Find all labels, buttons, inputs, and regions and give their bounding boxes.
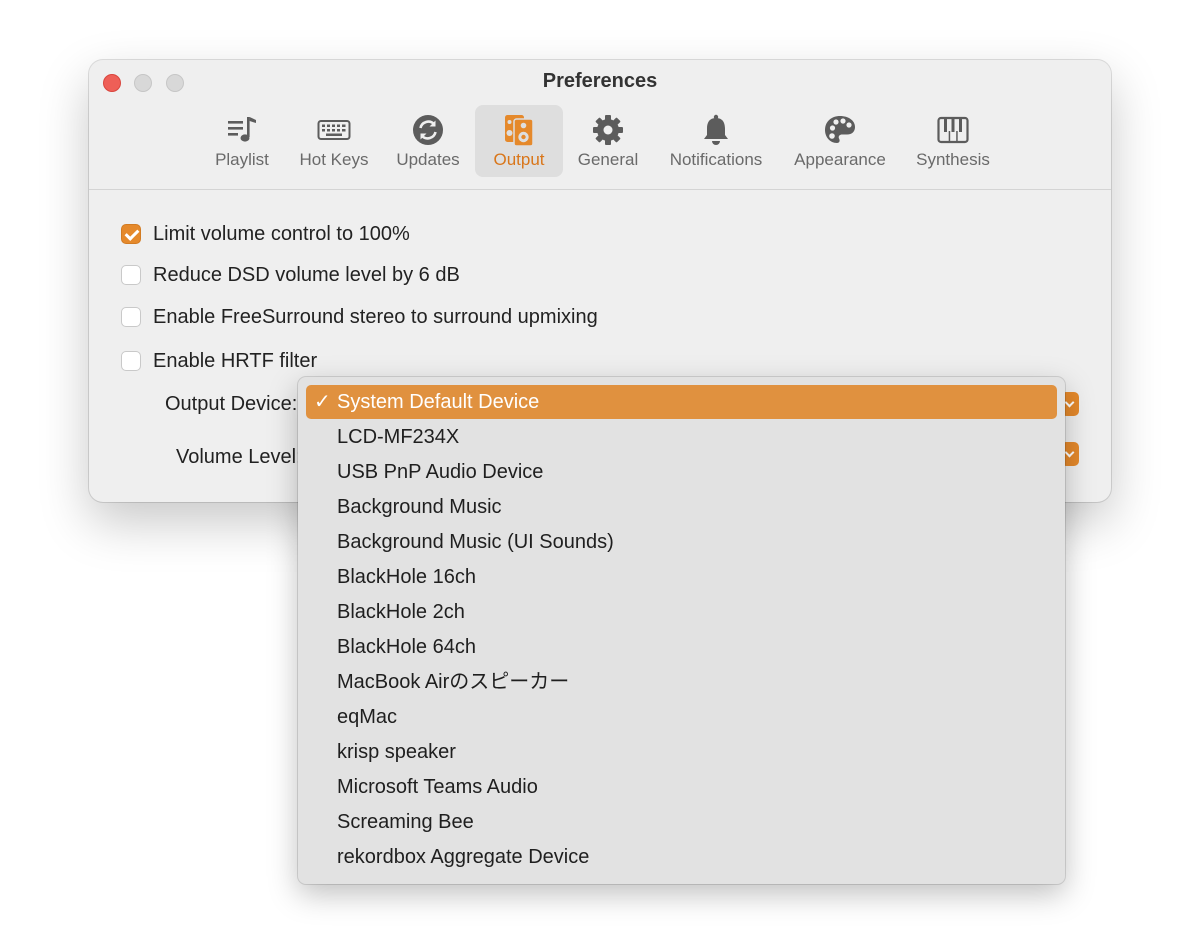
freesurround-checkbox-row[interactable]: Enable FreeSurround stereo to surround u… (121, 304, 598, 330)
tab-hot-keys[interactable]: Hot Keys (291, 105, 377, 177)
option-label: Reduce DSD volume level by 6 dB (153, 263, 460, 286)
menu-item[interactable]: USB PnP Audio Device (306, 455, 1057, 489)
tab-label: Updates (396, 150, 460, 169)
menu-item-system-default-device[interactable]: ✓ System Default Device (306, 385, 1057, 419)
keyboard-icon (317, 120, 351, 140)
option-label: Enable HRTF filter (153, 349, 318, 372)
limit-volume-checkbox[interactable] (121, 224, 141, 244)
reduce-dsd-checkbox[interactable] (121, 265, 141, 285)
tab-output[interactable]: Output (475, 105, 563, 177)
hrtf-checkbox-row[interactable]: Enable HRTF filter (121, 348, 317, 374)
tab-label: Synthesis (916, 150, 990, 169)
menu-item-label: BlackHole 2ch (337, 601, 465, 623)
volume-level-label: Volume Level: (176, 446, 302, 468)
tab-general[interactable]: General (567, 105, 649, 177)
tab-label: Notifications (669, 150, 763, 169)
reduce-dsd-checkbox-row[interactable]: Reduce DSD volume level by 6 dB (121, 262, 460, 288)
menu-item[interactable]: BlackHole 16ch (306, 560, 1057, 594)
output-device-menu: ✓ System Default Device LCD-MF234X USB P… (298, 377, 1065, 884)
menu-item-label: Background Music (337, 496, 502, 518)
palette-icon (825, 116, 855, 143)
freesurround-checkbox[interactable] (121, 307, 141, 327)
menu-item-label: krisp speaker (337, 741, 456, 763)
menu-item-label: LCD-MF234X (337, 426, 460, 448)
gear-icon (593, 115, 623, 145)
menu-item-label: eqMac (337, 706, 398, 728)
tab-label: General (577, 150, 639, 169)
tab-synthesis[interactable]: Synthesis (906, 105, 1000, 177)
speaker-icon (505, 115, 534, 147)
menu-item[interactable]: rekordbox Aggregate Device (306, 840, 1057, 874)
menu-item[interactable]: krisp speaker (306, 735, 1057, 769)
menu-item-label: Microsoft Teams Audio (337, 776, 538, 798)
output-device-label: Output Device: (165, 393, 298, 415)
menu-item-label: Screaming Bee (337, 811, 474, 833)
menu-item[interactable]: eqMac (306, 700, 1057, 734)
piano-icon (937, 116, 969, 144)
tab-notifications[interactable]: Notifications (657, 105, 775, 177)
menu-item-label: rekordbox Aggregate Device (337, 846, 590, 868)
tab-label: Output (493, 150, 545, 169)
tab-updates[interactable]: Updates (387, 105, 469, 177)
menu-item[interactable]: BlackHole 64ch (306, 630, 1057, 664)
menu-item[interactable]: BlackHole 2ch (306, 595, 1057, 629)
menu-item[interactable]: Background Music (306, 490, 1057, 524)
menu-item-label: System Default Device (337, 391, 540, 413)
tab-label: Playlist (215, 150, 269, 169)
menu-item[interactable]: Microsoft Teams Audio (306, 770, 1057, 804)
menu-item-label: BlackHole 64ch (337, 636, 476, 658)
window-title: Preferences (542, 70, 658, 92)
menu-item-label: BlackHole 16ch (337, 566, 476, 588)
menu-item-label: USB PnP Audio Device (337, 461, 544, 483)
toolbar: Preferences Playlist Hot Keys Updates Ou… (89, 60, 1111, 190)
playlist-icon (228, 117, 256, 142)
tab-label: Hot Keys (299, 150, 369, 169)
tab-label: Appearance (794, 150, 886, 169)
menu-item[interactable]: LCD-MF234X (306, 420, 1057, 454)
hrtf-checkbox[interactable] (121, 351, 141, 371)
menu-item[interactable]: MacBook Airのスピーカー (306, 665, 1057, 699)
tab-playlist[interactable]: Playlist (202, 105, 282, 177)
updates-icon (413, 115, 443, 145)
menu-item[interactable]: Background Music (UI Sounds) (306, 525, 1057, 559)
option-label: Limit volume control to 100% (153, 222, 410, 245)
option-label: Enable FreeSurround stereo to surround u… (153, 305, 598, 328)
tab-appearance[interactable]: Appearance (784, 105, 896, 177)
menu-item-label: MacBook Airのスピーカー (337, 671, 570, 693)
bell-icon (704, 114, 728, 145)
menu-item[interactable]: Screaming Bee (306, 805, 1057, 839)
menu-item-label: Background Music (UI Sounds) (337, 531, 614, 553)
limit-volume-checkbox-row[interactable]: Limit volume control to 100% (121, 221, 410, 247)
checkmark-icon: ✓ (314, 391, 331, 413)
